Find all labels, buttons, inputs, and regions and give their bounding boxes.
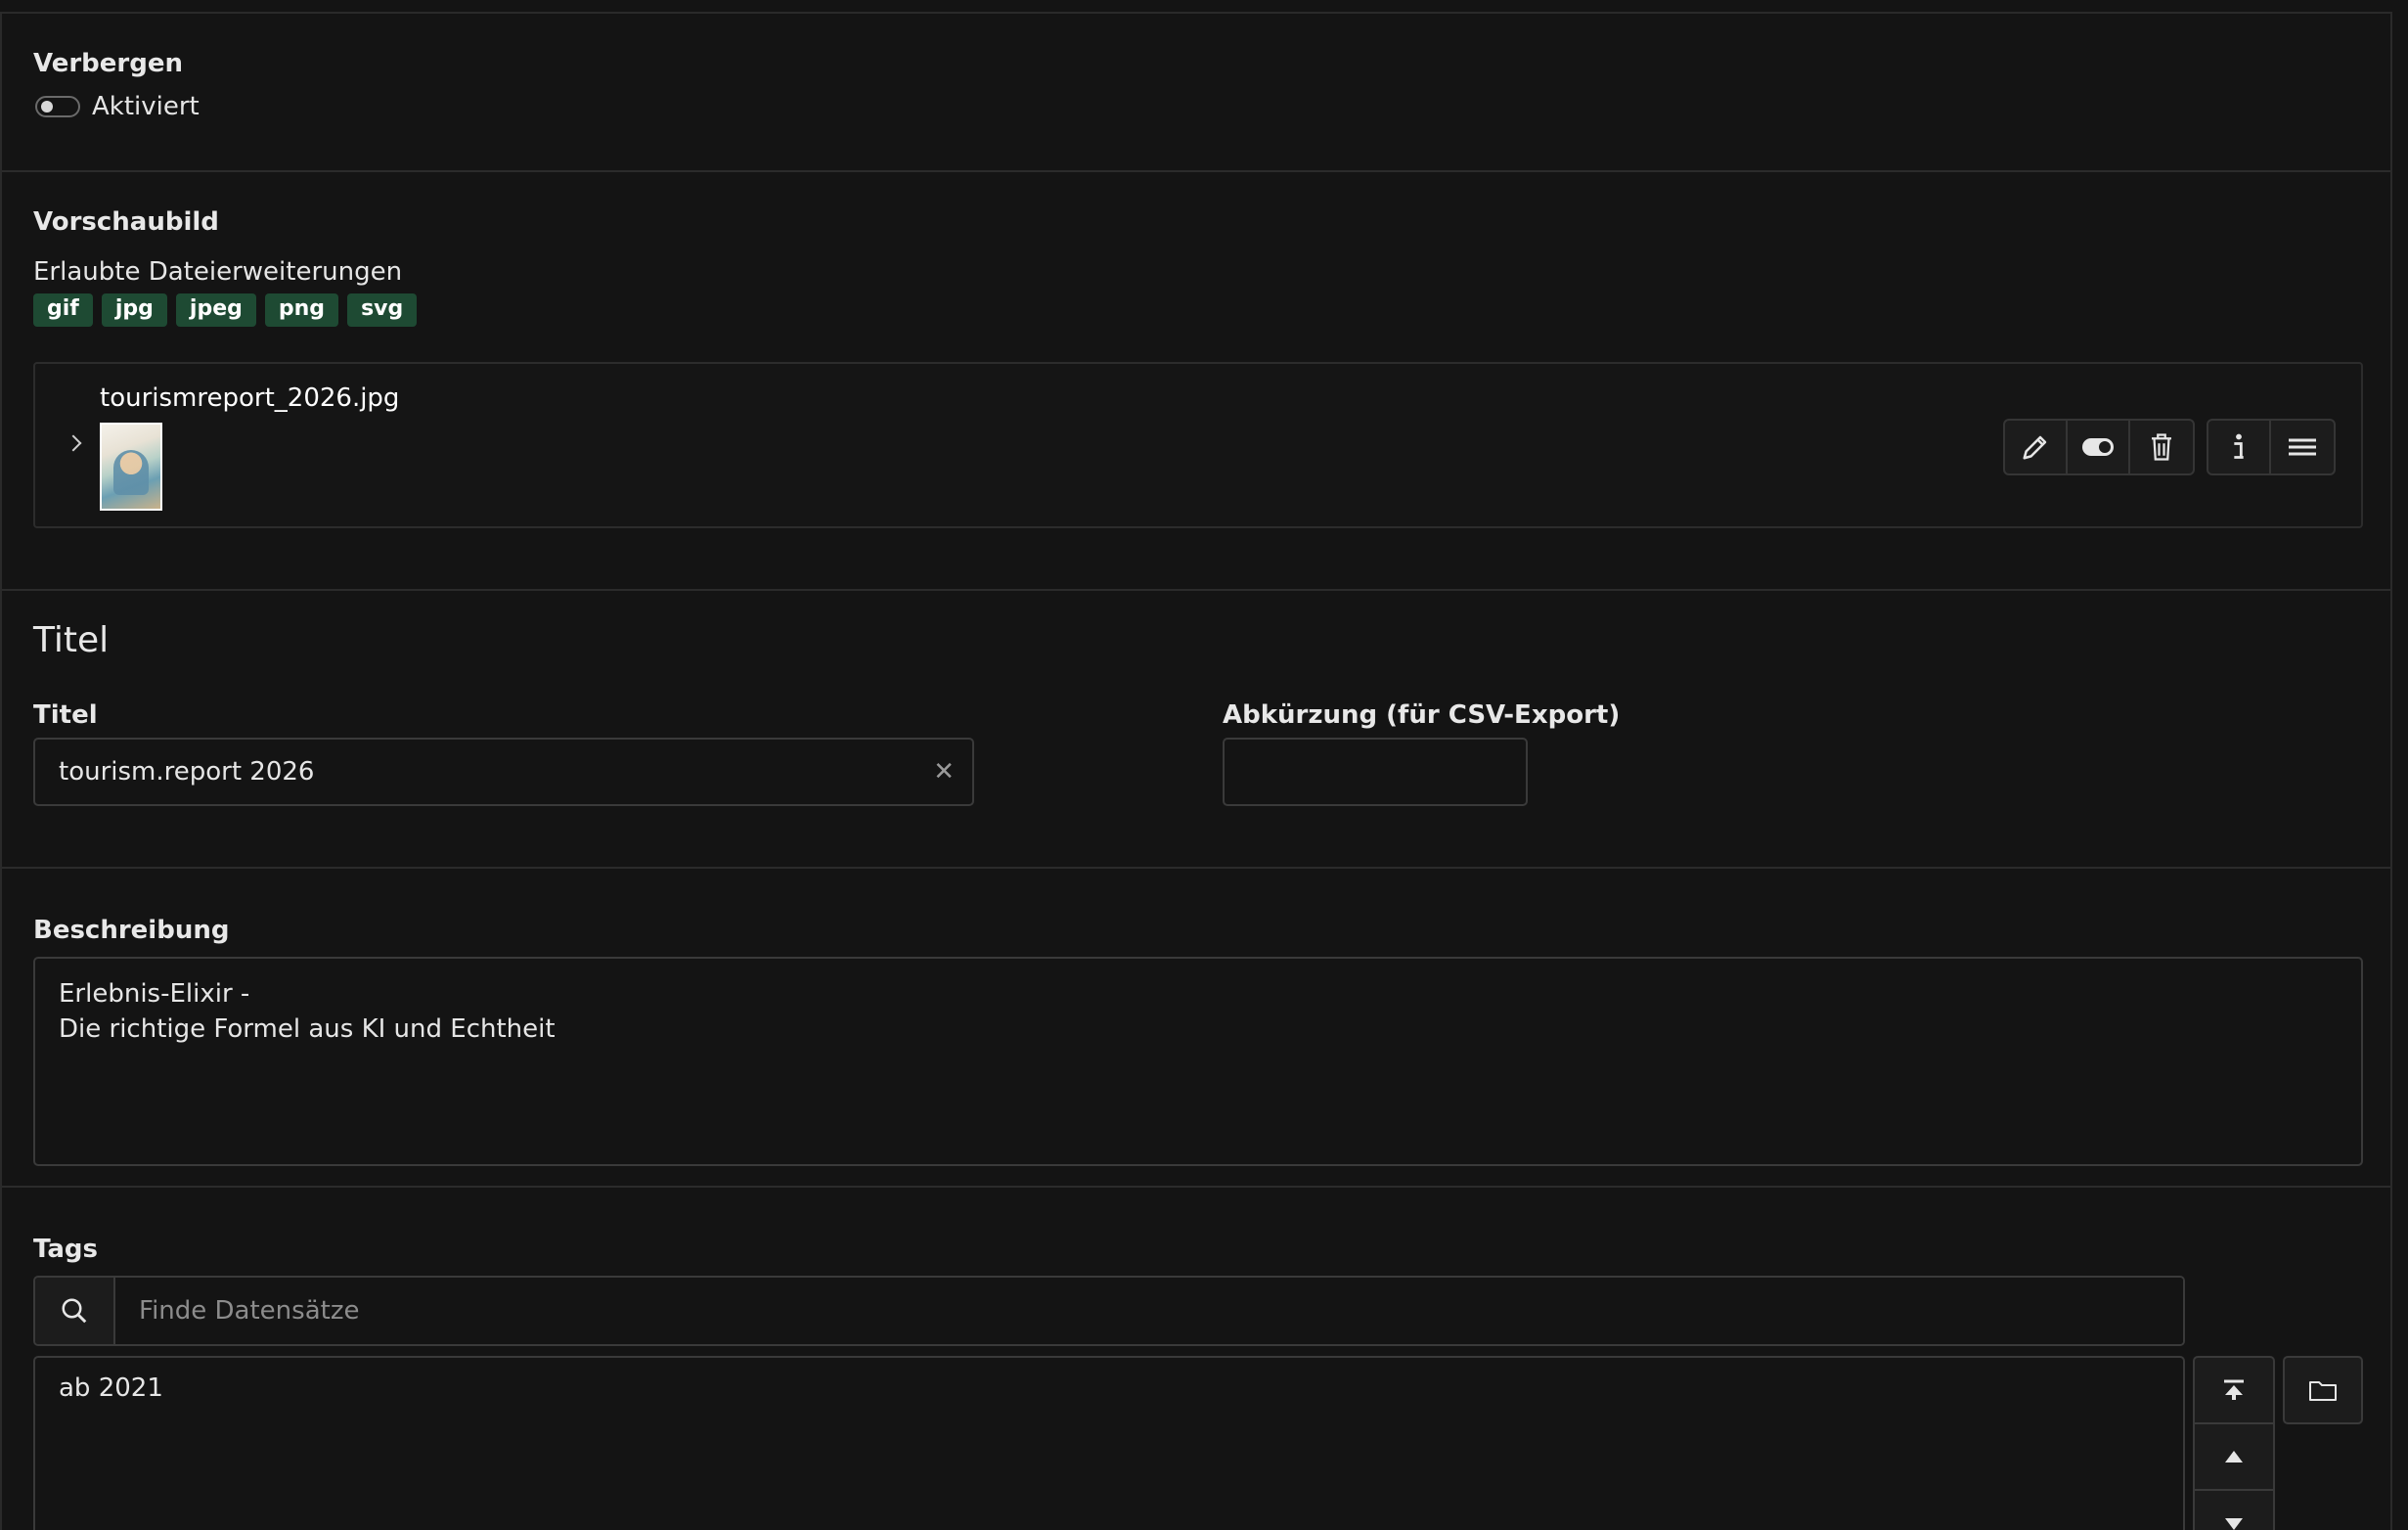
tags-order-buttons: [2193, 1356, 2275, 1530]
tags-search: [33, 1276, 2185, 1346]
folder-icon[interactable]: [2283, 1356, 2363, 1424]
title-section-heading: Titel: [33, 620, 110, 660]
thumbnail-figure: [113, 450, 149, 495]
file-actions-secondary: [2207, 419, 2336, 475]
extension-badges: gif jpg jpeg png svg: [33, 293, 418, 327]
file-actions-primary: [2003, 419, 2195, 475]
info-icon[interactable]: [2208, 421, 2271, 473]
hide-toggle-label: Aktiviert: [92, 92, 200, 121]
extension-badge: jpg: [101, 293, 167, 327]
menu-icon[interactable]: [2271, 421, 2334, 473]
allowed-extensions-label: Erlaubte Dateierweiterungen: [33, 257, 403, 287]
abbreviation-label: Abkürzung (für CSV-Export): [1223, 700, 1621, 730]
tags-search-input[interactable]: [115, 1278, 2183, 1344]
tags-label: Tags: [33, 1235, 99, 1264]
hide-label: Verbergen: [33, 49, 183, 78]
extension-badge: jpeg: [175, 293, 256, 327]
move-to-top-icon[interactable]: [2195, 1358, 2273, 1424]
hide-toggle[interactable]: [35, 96, 80, 117]
preview-label: Vorschaubild: [33, 207, 219, 237]
pencil-icon[interactable]: [2005, 421, 2068, 473]
file-reference-card: tourismreport_2026.jpg: [33, 362, 2363, 528]
file-name: tourismreport_2026.jpg: [100, 383, 400, 413]
toggle-icon[interactable]: [2068, 421, 2130, 473]
extension-badge: gif: [33, 293, 93, 327]
section-title: Titel Titel tourism.report 2026 ✕ Abkürz…: [2, 591, 2390, 869]
toggle-knob: [41, 101, 53, 112]
title-label: Titel: [33, 700, 98, 730]
list-item[interactable]: ab 2021: [59, 1373, 2160, 1403]
clear-icon[interactable]: ✕: [933, 757, 955, 787]
section-hide: Verbergen Aktiviert: [2, 14, 2390, 172]
title-input[interactable]: tourism.report 2026 ✕: [33, 738, 974, 806]
extension-badge: svg: [347, 293, 418, 327]
chevron-right-icon[interactable]: [65, 434, 82, 452]
record-edit-form: Verbergen Aktiviert Vorschaubild Erlaubt…: [0, 12, 2392, 1530]
section-description: Beschreibung: [2, 869, 2390, 1188]
move-up-icon[interactable]: [2195, 1424, 2273, 1491]
section-preview: Vorschaubild Erlaubte Dateierweiterungen…: [2, 172, 2390, 591]
move-down-icon[interactable]: [2195, 1491, 2273, 1530]
extension-badge: png: [264, 293, 339, 327]
title-input-value: tourism.report 2026: [59, 757, 315, 787]
description-label: Beschreibung: [33, 916, 230, 945]
file-thumbnail[interactable]: [100, 423, 162, 511]
description-textarea[interactable]: [33, 957, 2363, 1166]
abbreviation-input[interactable]: [1223, 738, 1528, 806]
search-icon: [35, 1278, 115, 1344]
section-tags: Tags ab 2021: [2, 1188, 2390, 1530]
tags-selected-list[interactable]: ab 2021: [33, 1356, 2185, 1530]
trash-icon[interactable]: [2130, 421, 2193, 473]
